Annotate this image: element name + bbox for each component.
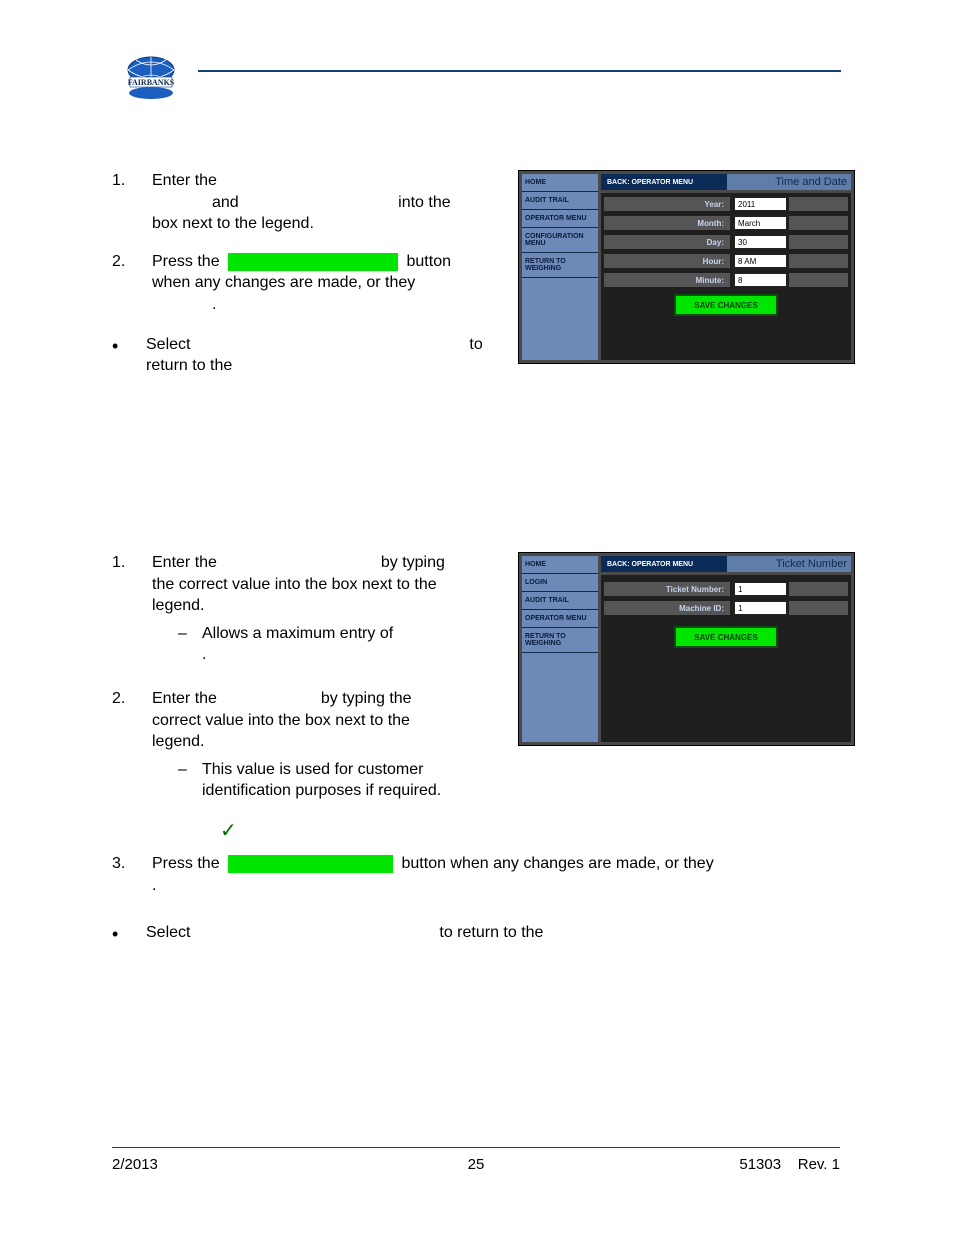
footer-date: 2/2013 — [112, 1156, 158, 1173]
save-changes-highlight — [228, 253, 398, 271]
shot1-title: Time and Date — [727, 174, 851, 190]
hour-label: Hour: — [604, 254, 730, 268]
machine-id-label: Machine ID: — [604, 601, 730, 615]
footer-rule — [112, 1147, 840, 1148]
s1-step2: 2. Press the button when any changes are… — [112, 251, 502, 316]
s2-step2: 2. Enter the by typing the correct value… — [112, 688, 502, 845]
shot2-sidebar: HOME LOGIN AUDIT TRAIL OPERATOR MENU RET… — [522, 556, 598, 742]
svg-text:FAIRBANKS: FAIRBANKS — [128, 78, 175, 87]
check-icon: ✓ — [220, 818, 502, 845]
machine-id-input[interactable]: 1 — [734, 601, 787, 615]
shot2-back-button[interactable]: BACK: OPERATOR MENU — [601, 556, 737, 572]
footer-docnum: 51303 — [739, 1156, 781, 1173]
month-label: Month: — [604, 216, 730, 230]
day-input[interactable]: 30 — [734, 235, 787, 249]
hour-input[interactable]: 8 AM — [734, 254, 787, 268]
fairbanks-logo: FAIRBANKS — [122, 52, 180, 102]
ticket-number-input[interactable]: 1 — [734, 582, 787, 596]
ticket-number-screenshot: HOME LOGIN AUDIT TRAIL OPERATOR MENU RET… — [518, 552, 855, 746]
minute-input[interactable]: 8 — [734, 273, 787, 287]
s2-bullet: • Select to return to the — [112, 922, 812, 946]
shot2-side-audit[interactable]: AUDIT TRAIL — [522, 592, 598, 610]
s1-step1: 1. Enter the and into the box next to th… — [112, 170, 502, 235]
s1-bullet: • Select to return to the — [112, 334, 502, 377]
shot2-save-button[interactable]: SAVE CHANGES — [674, 626, 778, 648]
shot1-side-audit[interactable]: AUDIT TRAIL — [522, 192, 598, 210]
shot1-side-config[interactable]: CONFIGURATION MENU — [522, 228, 598, 253]
shot2-side-operator[interactable]: OPERATOR MENU — [522, 610, 598, 628]
ticket-number-label: Ticket Number: — [604, 582, 730, 596]
save-changes-highlight-2 — [228, 855, 393, 873]
time-date-screenshot: HOME AUDIT TRAIL OPERATOR MENU CONFIGURA… — [518, 170, 855, 364]
shot1-sidebar: HOME AUDIT TRAIL OPERATOR MENU CONFIGURA… — [522, 174, 598, 360]
shot1-side-return[interactable]: RETURN TO WEIGHING — [522, 253, 598, 278]
header-rule — [198, 70, 841, 72]
shot2-title: Ticket Number — [727, 556, 851, 572]
s2-step1: 1. Enter the by typing the correct value… — [112, 552, 502, 672]
shot2-side-return[interactable]: RETURN TO WEIGHING — [522, 628, 598, 653]
footer-rev: Rev. 1 — [798, 1156, 840, 1173]
shot1-side-operator[interactable]: OPERATOR MENU — [522, 210, 598, 228]
shot1-side-home[interactable]: HOME — [522, 174, 598, 192]
minute-label: Minute: — [604, 273, 730, 287]
year-input[interactable]: 2011 — [734, 197, 787, 211]
page-footer: 2/2013 25 51303 Rev. 1 — [112, 1156, 840, 1173]
shot1-save-button[interactable]: SAVE CHANGES — [674, 294, 778, 316]
shot2-side-login[interactable]: LOGIN — [522, 574, 598, 592]
s2-step3: 3. Press the button when any changes are… — [112, 853, 812, 896]
month-input[interactable]: March — [734, 216, 787, 230]
shot1-back-button[interactable]: BACK: OPERATOR MENU — [601, 174, 737, 190]
day-label: Day: — [604, 235, 730, 249]
shot2-side-home[interactable]: HOME — [522, 556, 598, 574]
year-label: Year: — [604, 197, 730, 211]
footer-page: 25 — [468, 1156, 485, 1173]
